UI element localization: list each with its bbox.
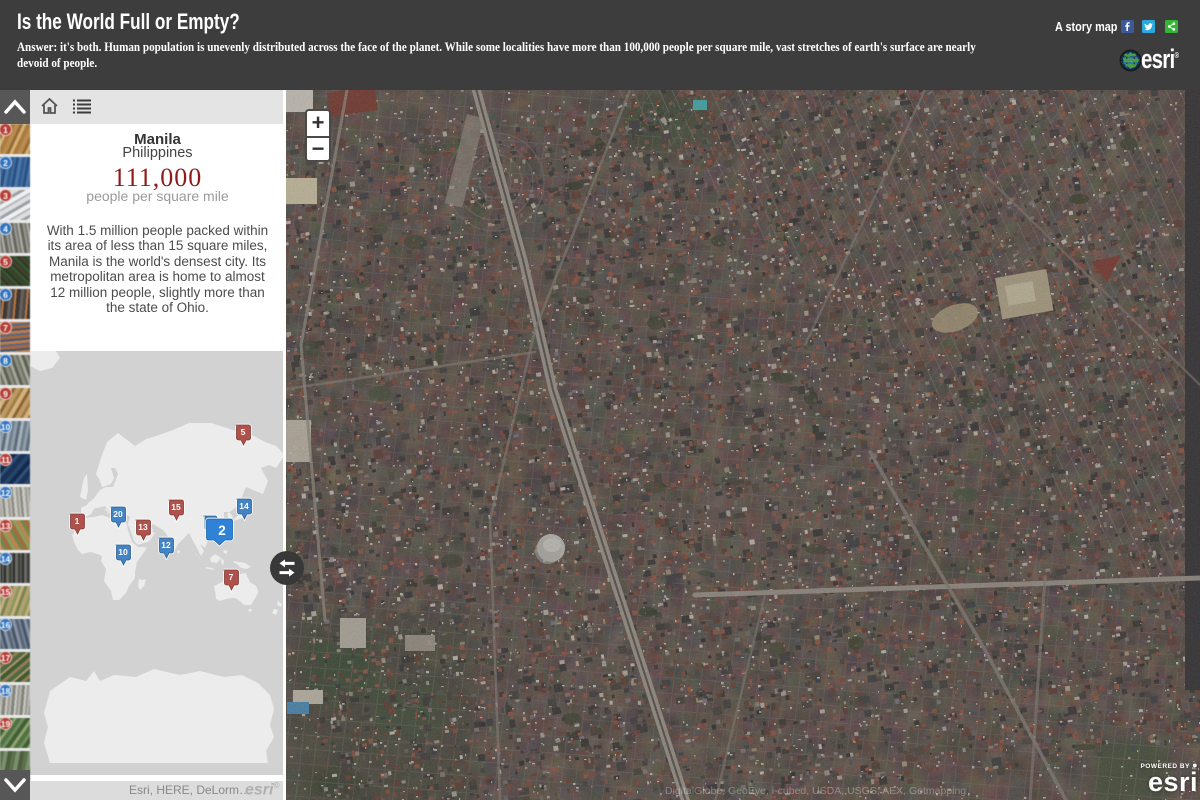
svg-text:20: 20	[113, 509, 123, 519]
svg-text:2: 2	[218, 523, 226, 538]
svg-text:12: 12	[161, 540, 171, 550]
svg-text:13: 13	[138, 522, 148, 532]
svg-text:15: 15	[171, 502, 181, 512]
svg-text:10: 10	[118, 547, 128, 557]
svg-text:14: 14	[239, 501, 249, 511]
svg-text:1: 1	[75, 516, 80, 526]
svg-text:7: 7	[229, 572, 234, 582]
svg-text:5: 5	[241, 427, 246, 437]
